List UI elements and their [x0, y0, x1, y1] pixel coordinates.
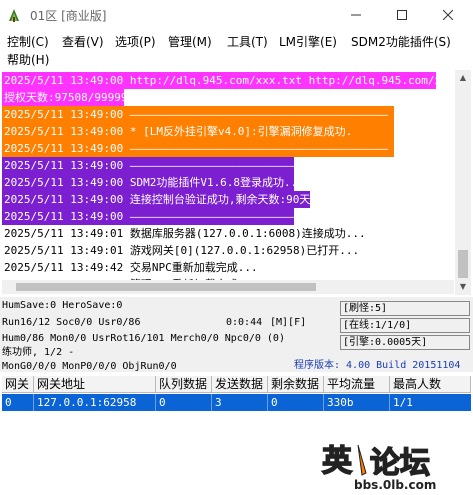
col-gateway-address[interactable]: 网关地址 — [34, 376, 156, 393]
cell-gateway: 0 — [2, 394, 34, 411]
menu-help[interactable]: 帮助(H) — [7, 51, 49, 69]
col-gateway[interactable]: 网关 — [2, 376, 34, 393]
col-max-users[interactable]: 最高人数 — [390, 376, 471, 393]
cell-queue: 0 — [156, 394, 212, 411]
menu-tools[interactable]: 工具(T) — [227, 33, 268, 51]
status-mode: [M][F] — [270, 317, 307, 328]
maximize-icon — [397, 10, 407, 20]
scroll-thumb[interactable] — [458, 250, 468, 278]
log-line: 2025/5/11 13:49:00 —————————————————————… — [2, 157, 303, 174]
minimize-icon — [351, 14, 361, 16]
svg-text:论坛: 论坛 — [370, 446, 430, 481]
svg-text:英: 英 — [322, 444, 353, 479]
menu-control[interactable]: 控制(C) — [7, 33, 49, 51]
cell-remaining: 0 — [268, 394, 324, 411]
program-version: 程序版本: 4.00 Build 20151104 — [294, 360, 461, 371]
status-panel: HumSave:0 HeroSave:0 Run16/12 Soc0/0 Usr… — [0, 297, 473, 372]
log-line: 2025/5/11 13:49:42 交易NPC重新加载完成... — [4, 261, 258, 274]
col-avg-traffic[interactable]: 平均流量 — [324, 376, 390, 393]
menu-manage[interactable]: 管理(M) — [168, 33, 212, 51]
watermark-url: bbs.0lb.com — [354, 478, 436, 492]
menu-view[interactable]: 查看(V) — [62, 33, 104, 51]
log-line: 2025/5/11 13:49:00 —————————————————————… — [2, 106, 394, 123]
table-row[interactable]: 0 127.0.0.1:62958 0 3 0 330b 1/1 — [2, 394, 471, 411]
window-title: 01区 [商业版] — [30, 9, 107, 23]
cell-avg-traffic: 330b — [324, 394, 390, 411]
log-line: 2025/5/11 13:49:01 数据库服务器(127.0.0.1:6008… — [4, 227, 366, 240]
app-icon — [9, 9, 19, 22]
status-run: Run16/12 Soc0/0 Usr0/86 — [2, 317, 141, 328]
maximize-button[interactable] — [379, 0, 425, 30]
close-icon — [442, 9, 454, 21]
log-vertical-scrollbar[interactable]: ▲ ▼ — [455, 70, 471, 295]
cell-max-users: 1/1 — [393, 396, 413, 409]
status-mon: MonG0/0/0 MonP0/0/0 ObjRun0/0 — [2, 361, 177, 372]
log-line: 授权天数:97508/99999 — [2, 89, 128, 106]
monster-refresh-box: [刷怪:5] — [340, 301, 470, 316]
hscroll-thumb[interactable] — [16, 283, 316, 291]
status-hum: Hum0/86 Mon0/0 UsrRot16/101 Merch0/0 Npc… — [2, 333, 285, 344]
cell-address: 127.0.0.1:62958 — [34, 394, 156, 411]
status-trainer: 练功师, 1/2 - — [2, 347, 75, 358]
menu-sdm2-plugin[interactable]: SDM2功能插件(S) — [351, 33, 451, 51]
online-box: [在线:1/1/0] — [340, 318, 470, 333]
col-remaining-data[interactable]: 剩余数据 — [268, 376, 324, 393]
col-sent-data[interactable]: 发送数据 — [212, 376, 268, 393]
forum-watermark-logo: 英 论坛 bbs.0lb.com — [321, 443, 436, 492]
menu-bar: 控制(C) 查看(V) 选项(P) 管理(M) 工具(T) LM引擎(E) SD… — [0, 30, 473, 68]
menu-lm-engine[interactable]: LM引擎(E) — [279, 33, 337, 51]
log-line: 2025/5/11 13:49:00 SDM2功能插件V1.6.8登录成功... — [2, 174, 304, 191]
status-time: 0:0:44 — [226, 317, 263, 328]
scroll-down-icon[interactable]: ▼ — [455, 279, 471, 295]
minimize-button[interactable] — [333, 0, 379, 30]
log-line: 2025/5/11 13:49:00 —————————————————————… — [2, 140, 394, 157]
log-line: 2025/5/11 13:49:00 * [LM反外挂引擎v4.0]:引擎漏洞修… — [2, 123, 394, 140]
log-line: 2025/5/11 13:49:00 http://dlq.945.com/xx… — [2, 72, 454, 89]
engine-box: [引擎:0.0005天] — [340, 335, 470, 350]
status-save: HumSave:0 HeroSave:0 — [2, 300, 123, 311]
log-line: 2025/5/11 13:49:00 —————————————————————… — [2, 208, 303, 225]
col-queue-data[interactable]: 队列数据 — [156, 376, 212, 393]
log-horizontal-scrollbar[interactable] — [2, 280, 454, 294]
menu-options[interactable]: 选项(P) — [115, 33, 156, 51]
title-bar: 01区 [商业版] — [0, 0, 473, 30]
scroll-up-icon[interactable]: ▲ — [455, 70, 471, 86]
log-line: 2025/5/11 13:49:01 游戏网关[0](127.0.0.1:629… — [4, 244, 360, 257]
close-button[interactable] — [425, 0, 471, 30]
log-line: 2025/5/11 13:49:00 连接控制台验证成功,剩余天数:90天 — [2, 191, 311, 208]
cell-sent: 3 — [212, 394, 268, 411]
server-log[interactable]: 2025/5/11 13:49:00 http://dlq.945.com/xx… — [2, 70, 454, 295]
